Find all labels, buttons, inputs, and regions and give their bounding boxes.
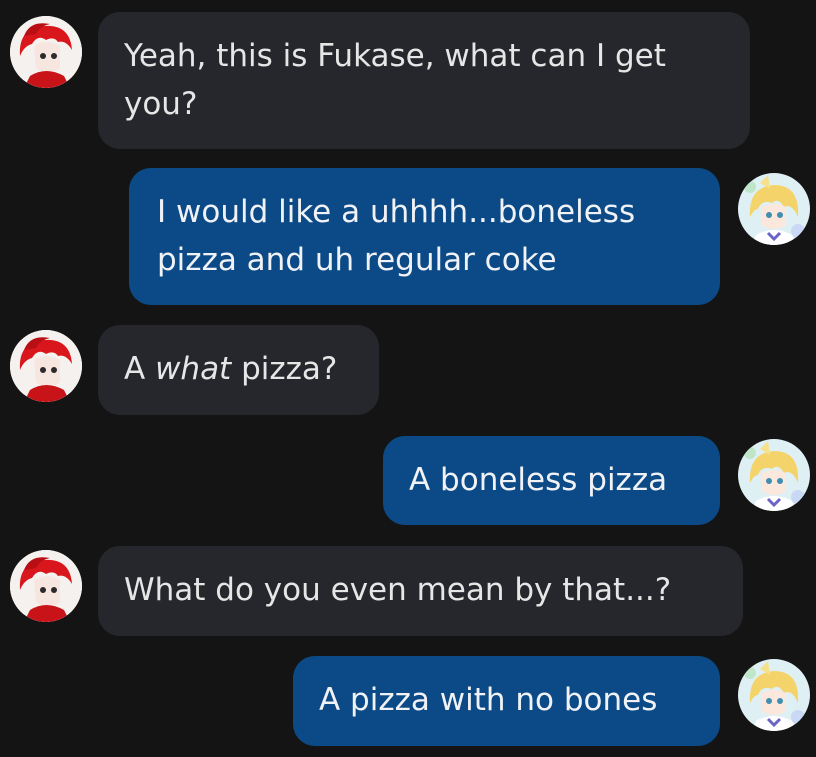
message-text: you? xyxy=(124,86,198,122)
message-text: Yeah, this is Fukase, what can I get xyxy=(124,38,666,74)
blonde-character-avatar-icon xyxy=(738,439,810,511)
message-emphasis: what xyxy=(155,351,232,387)
blonde-character-avatar-icon xyxy=(738,659,810,731)
blonde-character-avatar-icon xyxy=(738,173,810,245)
message-bubble-outgoing: A pizza with no bones xyxy=(293,656,720,746)
message-text: A pizza with no bones xyxy=(319,682,658,718)
message-bubble-incoming: Yeah, this is Fukase, what can I get you… xyxy=(98,12,750,149)
message-text: I would like a uhhhh...boneless xyxy=(157,194,636,230)
message-text: A what pizza? xyxy=(124,351,338,387)
message-bubble-outgoing: I would like a uhhhh...boneless pizza an… xyxy=(129,168,720,305)
red-haired-character-avatar-icon xyxy=(10,16,82,88)
red-haired-character-avatar-icon xyxy=(10,550,82,622)
message-text: A boneless pizza xyxy=(409,462,668,498)
message-bubble-incoming: What do you even mean by that...? xyxy=(98,546,743,636)
red-haired-character-avatar-icon xyxy=(10,330,82,402)
message-text: What do you even mean by that...? xyxy=(124,572,672,608)
message-text: pizza and uh regular coke xyxy=(157,242,557,278)
message-bubble-outgoing: A boneless pizza xyxy=(383,436,720,525)
message-bubble-incoming: A what pizza? xyxy=(98,325,379,415)
